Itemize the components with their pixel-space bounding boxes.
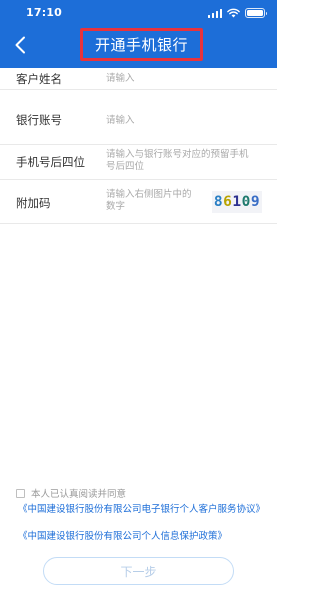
captcha-digit: 8 — [213, 194, 224, 210]
title-highlight-box: 开通手机银行 — [80, 28, 203, 61]
back-button[interactable] — [8, 32, 32, 58]
captcha-digit: 0 — [241, 194, 251, 210]
phone-last-four-input[interactable]: 请输入与银行账号对应的预留手机 号后四位 — [106, 149, 249, 173]
captcha-placeholder-line-1: 请输入右侧图片中的 — [106, 189, 192, 200]
phone-last-four-label: 手机号后四位 — [16, 155, 85, 169]
agreement-text: 本人已认真阅读并同意 — [31, 489, 127, 500]
status-time: 17:10 — [26, 6, 63, 19]
phone-last-four-row: 手机号后四位 请输入与银行账号对应的预留手机 号后四位 — [0, 145, 277, 180]
chevron-left-icon — [15, 36, 25, 54]
customer-name-label: 客户姓名 — [16, 72, 62, 86]
account-number-label: 银行账号 — [16, 113, 62, 127]
captcha-digit: 1 — [232, 194, 242, 210]
customer-name-row: 客户姓名 — [0, 68, 277, 90]
account-number-row: 银行账号 — [0, 90, 277, 145]
status-icons — [207, 8, 267, 18]
battery-icon — [245, 8, 267, 18]
header-bar: 17:10 开通手机银行 — [0, 0, 277, 68]
customer-name-input[interactable] — [106, 71, 264, 85]
captcha-digit: 6 — [223, 194, 233, 210]
agreement-row: 本人已认真阅读并同意 — [16, 486, 126, 500]
phone-placeholder-line-1: 请输入与银行账号对应的预留手机 — [106, 149, 249, 160]
captcha-placeholder-line-2: 数字 — [106, 201, 126, 212]
captcha-input[interactable]: 请输入右侧图片中的 数字 — [106, 189, 192, 213]
captcha-digit: 9 — [250, 194, 261, 210]
captcha-label: 附加码 — [16, 196, 51, 210]
wifi-icon — [227, 8, 240, 18]
cellular-signal-icon — [207, 8, 222, 18]
privacy-policy-link[interactable]: 《中国建设银行股份有限公司个人信息保护政策》 — [18, 528, 227, 542]
account-number-input[interactable] — [106, 113, 264, 127]
phone-placeholder-line-2: 号后四位 — [106, 161, 145, 172]
page-title: 开通手机银行 — [94, 36, 188, 54]
next-step-button[interactable]: 下一步 — [43, 557, 234, 585]
status-bar: 17:10 — [0, 0, 277, 26]
agreement-checkbox[interactable] — [16, 488, 25, 498]
service-agreement-link[interactable]: 《中国建设银行股份有限公司电子银行个人客户服务协议》 — [18, 501, 265, 515]
captcha-image[interactable]: 8 6 1 0 9 — [212, 191, 262, 213]
